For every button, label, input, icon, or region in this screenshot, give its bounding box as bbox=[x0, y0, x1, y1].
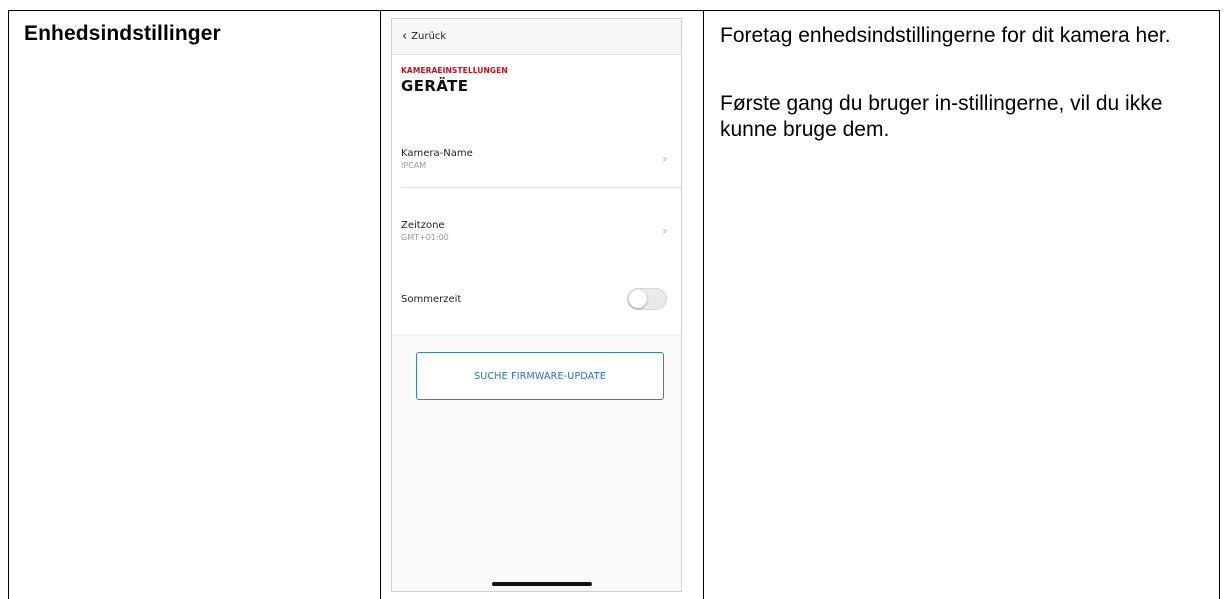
row-divider bbox=[401, 187, 681, 188]
button-section: SUCHE FIRMWARE-UPDATE bbox=[392, 335, 681, 591]
chevron-left-icon[interactable]: ‹ bbox=[402, 30, 407, 43]
column-divider bbox=[703, 11, 704, 599]
daylight-saving-toggle[interactable] bbox=[627, 288, 667, 310]
setting-row-camera-name[interactable]: Kamera-Name IPCAM › bbox=[392, 133, 681, 185]
back-link[interactable]: Zurück bbox=[411, 31, 446, 42]
section-title: Enhedsindstillinger bbox=[24, 22, 221, 45]
setting-row-timezone[interactable]: Zeitzone GMT+01:00 › bbox=[392, 205, 681, 257]
description-paragraph: Første gang du bruger in-stillingerne, v… bbox=[720, 92, 1163, 141]
setting-label: Zeitzone bbox=[401, 220, 445, 231]
setting-value: GMT+01:00 bbox=[401, 233, 449, 242]
description-paragraph: Foretag enhedsindstillingerne for dit ka… bbox=[720, 24, 1171, 47]
setting-value: IPCAM bbox=[401, 161, 427, 170]
setting-label: Kamera-Name bbox=[401, 148, 473, 159]
chevron-right-icon: › bbox=[662, 152, 667, 166]
home-indicator[interactable] bbox=[492, 582, 592, 586]
phone-screenshot: ‹ Zurück KAMERAEINSTELLUNGEN GERÄTE Kame… bbox=[391, 18, 682, 592]
toggle-knob bbox=[629, 290, 647, 308]
screen-eyebrow: KAMERAEINSTELLUNGEN bbox=[401, 66, 508, 75]
description-cell: Foretag enhedsindstillingerne for dit ka… bbox=[720, 23, 1200, 143]
setting-row-daylight-saving: Sommerzeit bbox=[392, 279, 681, 319]
phone-nav-bar: ‹ Zurück bbox=[392, 19, 681, 55]
column-divider bbox=[380, 11, 381, 599]
setting-label: Sommerzeit bbox=[401, 293, 462, 305]
screen-title: GERÄTE bbox=[401, 77, 469, 95]
firmware-update-button[interactable]: SUCHE FIRMWARE-UPDATE bbox=[416, 352, 664, 400]
chevron-right-icon: › bbox=[662, 224, 667, 238]
